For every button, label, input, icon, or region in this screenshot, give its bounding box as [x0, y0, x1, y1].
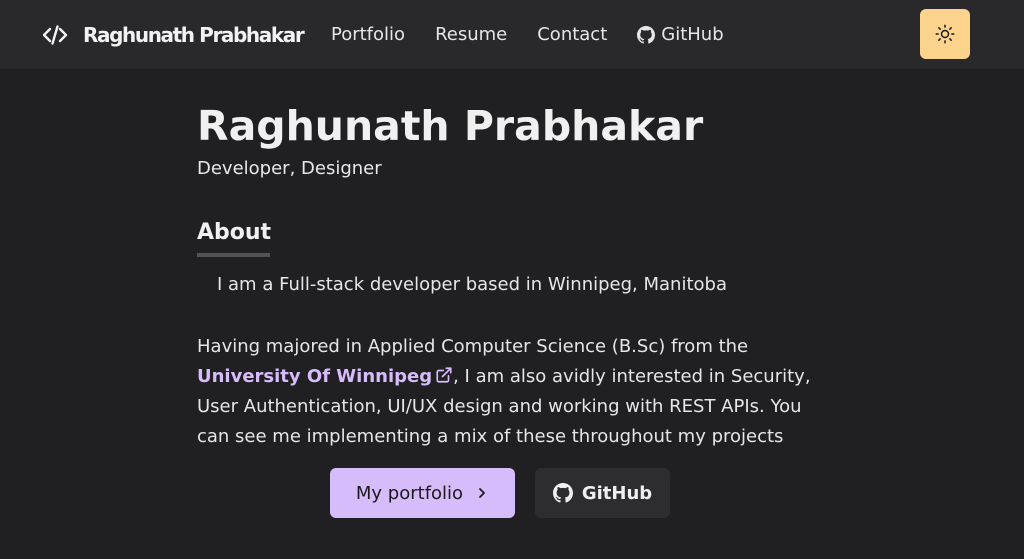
- about-line-3: User Authentication, UI/UX design and wo…: [197, 396, 802, 417]
- brand-home-link[interactable]: Raghunath Prabhakar: [42, 22, 305, 48]
- about-line-1: Having majored in Applied Computer Scien…: [197, 336, 749, 357]
- nav-link-resume[interactable]: Resume: [435, 22, 507, 48]
- github-button[interactable]: GitHub: [535, 468, 670, 518]
- sun-icon: [935, 24, 955, 44]
- nav-link-github-label: GitHub: [661, 24, 724, 45]
- github-button-label: GitHub: [581, 482, 653, 504]
- about-line-2: University Of Winnipeg , I am also avidly…: [197, 362, 811, 392]
- chevron-right-icon: [479, 488, 485, 498]
- hero-role: Developer, Designer: [197, 158, 382, 179]
- university-link-text: University Of Winnipeg: [197, 366, 433, 387]
- about-body: Having majored in Applied Computer Scien…: [197, 332, 811, 452]
- navbar: Raghunath Prabhakar Portfolio Resume Con…: [0, 0, 1024, 69]
- nav-link-contact[interactable]: Contact: [537, 22, 607, 48]
- nav-links: Portfolio Resume Contact GitHub: [331, 22, 754, 48]
- hero-name: Raghunath Prabhakar: [197, 102, 704, 150]
- about-line-2-rest: , I am also avidly interested in Securit…: [453, 366, 811, 387]
- my-portfolio-button[interactable]: My portfolio: [330, 468, 515, 518]
- github-icon: [552, 483, 573, 503]
- about-heading: About: [197, 220, 272, 245]
- code-icon: [42, 25, 68, 45]
- brand-name: Raghunath Prabhakar: [83, 23, 305, 47]
- nav-link-portfolio[interactable]: Portfolio: [331, 22, 405, 48]
- external-link-icon: [436, 367, 452, 383]
- about-heading-underline: [197, 253, 270, 257]
- my-portfolio-button-label: My portfolio: [355, 482, 464, 504]
- theme-toggle-button[interactable]: [920, 9, 970, 59]
- university-link[interactable]: University Of Winnipeg: [197, 366, 453, 387]
- github-icon: [637, 26, 656, 44]
- about-line-4: can see me implementing a mix of these t…: [197, 426, 784, 447]
- about-intro: I am a Full-stack developer based in Win…: [217, 274, 727, 295]
- nav-link-github[interactable]: GitHub: [637, 22, 724, 48]
